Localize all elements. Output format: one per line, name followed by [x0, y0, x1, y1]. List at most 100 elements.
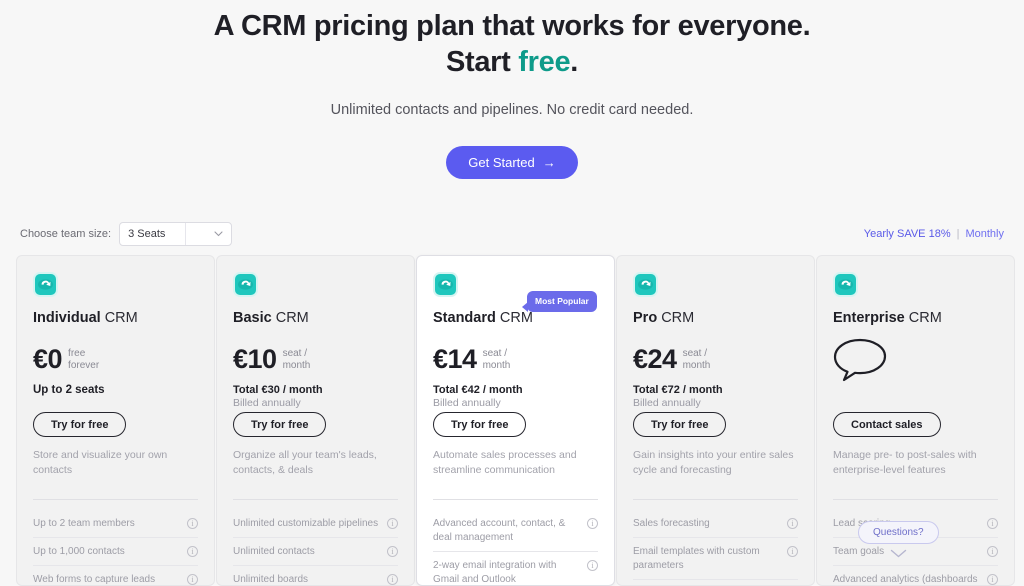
plan-description: Store and visualize your own contacts [33, 449, 168, 476]
chat-collapse-chevron-icon[interactable] [890, 546, 907, 561]
brand-logo-icon [33, 272, 58, 297]
plan-description: Automate sales processes and streamline … [433, 449, 577, 476]
chat-widget: Questions? [858, 521, 939, 561]
feature-row: Web forms to capture leads i [33, 566, 198, 585]
feature-label: 2-way email integration with Gmail and O… [433, 560, 557, 585]
plan-name-bold: Basic [233, 310, 272, 326]
price-unit: seat / month [683, 345, 711, 372]
team-size-select[interactable]: 3 Seats [119, 222, 233, 246]
plan-cta-button[interactable]: Try for free [633, 412, 727, 437]
billing-yearly-option[interactable]: Yearly SAVE 18% [864, 228, 951, 240]
plan-seats: Up to 2 seats [33, 384, 105, 396]
page-title-line2-prefix: Start [445, 46, 519, 78]
pricing-card: Standard CRM Most Popular €14 seat / month To… [416, 255, 615, 586]
get-started-button[interactable]: Get Started → [446, 146, 578, 179]
card-divider [33, 499, 198, 500]
plan-billed-note: Billed annually [433, 397, 501, 409]
plan-total: Total €30 / month [233, 384, 323, 396]
plan-name: Standard CRM [433, 310, 598, 326]
feature-list: Up to 2 team members i Up to 1,000 contact… [33, 510, 198, 585]
info-icon[interactable]: i [387, 574, 398, 585]
plan-name: Pro CRM [633, 310, 798, 326]
feature-row: Sales forecasting i [633, 510, 798, 538]
info-icon[interactable]: i [587, 560, 598, 571]
feature-label: Unlimited boards [233, 574, 309, 585]
feature-label: Email templates with custom parameters [633, 546, 760, 571]
price-unit-line2: forever [68, 360, 100, 371]
plan-name-bold: Enterprise [833, 310, 905, 326]
feature-row: 2-way email integration with Gmail and O… [433, 552, 598, 585]
info-icon[interactable]: i [187, 574, 198, 585]
brand-logo-glyph [638, 279, 653, 290]
feature-row: Advanced analytics (dashboards up to 50 … [833, 566, 998, 585]
plan-name-suffix: CRM [100, 310, 138, 326]
price-row: €10 seat / month [233, 345, 398, 373]
feature-row: Unlimited boards i [233, 566, 398, 585]
questions-button[interactable]: Questions? [858, 521, 939, 544]
price-unit: seat / month [283, 345, 311, 372]
billing-monthly-option[interactable]: Monthly [965, 228, 1004, 240]
hero-section: A CRM pricing plan that works for everyo… [0, 0, 1024, 179]
plan-name-bold: Standard [433, 310, 496, 326]
team-size-control: Choose team size: 3 Seats [20, 222, 233, 246]
info-icon[interactable]: i [787, 546, 798, 557]
plan-price: €0 [33, 344, 63, 374]
team-size-value: 3 Seats [128, 228, 166, 240]
info-icon[interactable]: i [587, 518, 598, 529]
feature-label: Advanced account, contact, & deal manage… [433, 518, 566, 543]
info-icon[interactable]: i [987, 574, 998, 585]
get-started-label: Get Started [468, 155, 535, 170]
plan-cta-button[interactable]: Try for free [33, 412, 127, 437]
card-divider [233, 499, 398, 500]
info-icon[interactable]: i [387, 518, 398, 529]
speech-bubble-icon [833, 338, 998, 387]
cta-container: Get Started → [0, 146, 1024, 179]
plan-name-suffix: CRM [657, 310, 695, 326]
brand-logo-icon [833, 272, 858, 297]
brand-logo-glyph [38, 279, 53, 290]
plan-name-bold: Pro [633, 310, 658, 326]
billing-toggle: Yearly SAVE 18% | Monthly [864, 228, 1004, 240]
plan-name: Individual CRM [33, 310, 198, 326]
info-icon[interactable]: i [187, 546, 198, 557]
plan-name: Basic CRM [233, 310, 398, 326]
info-icon[interactable]: i [387, 546, 398, 557]
plan-cta-button[interactable]: Contact sales [833, 412, 941, 437]
price-row: €0 free forever [33, 345, 198, 373]
plan-total: Total €72 / month [633, 384, 723, 396]
feature-list: Sales forecasting i Email templates with c… [633, 510, 798, 585]
plan-description: Manage pre- to post-sales with enterpris… [833, 449, 977, 476]
price-unit-line1: seat / [482, 348, 508, 359]
feature-row: Up to 2 team members i [33, 510, 198, 538]
plan-description: Organize all your team's leads, contacts… [233, 449, 377, 476]
feature-label: Up to 2 team members [33, 518, 135, 529]
feature-row: Advanced account, contact, & deal manage… [433, 510, 598, 552]
info-icon[interactable]: i [987, 546, 998, 557]
card-divider [433, 499, 598, 500]
page-title-accent: free [518, 46, 571, 78]
plan-price: €24 [633, 344, 677, 374]
feature-row: Unlimited customizable pipelines i [233, 510, 398, 538]
info-icon[interactable]: i [987, 518, 998, 529]
speech-bubble-glyph [833, 338, 887, 382]
plan-price: €14 [433, 344, 477, 374]
price-unit-line2: month [482, 360, 511, 371]
info-icon[interactable]: i [787, 518, 798, 529]
feature-label: Advanced analytics (dashboards up to 50 … [833, 574, 978, 585]
feature-row: Email tracking & automationsi [633, 580, 798, 585]
feature-list: Unlimited customizable pipelines i Unlimit… [233, 510, 398, 585]
price-unit-line2: month [282, 360, 311, 371]
pricing-card: Basic CRM €10 seat / month Total €30 / month… [216, 255, 415, 586]
plan-cta-button[interactable]: Try for free [233, 412, 327, 437]
price-unit-line2: month [682, 360, 711, 371]
plan-cta-button[interactable]: Try for free [433, 412, 527, 437]
billing-separator: | [956, 228, 960, 240]
controls-row: Choose team size: 3 Seats Yearly SAVE 18… [0, 222, 1024, 246]
price-unit: seat / month [483, 345, 511, 372]
chevron-down-glyph [214, 231, 223, 237]
info-icon[interactable]: i [187, 518, 198, 529]
price-unit-line1: seat / [682, 348, 708, 359]
price-unit-line1: free [68, 348, 86, 359]
card-divider [633, 499, 798, 500]
pricing-card: Pro CRM €24 seat / month Total €72 / month Bi… [616, 255, 815, 586]
